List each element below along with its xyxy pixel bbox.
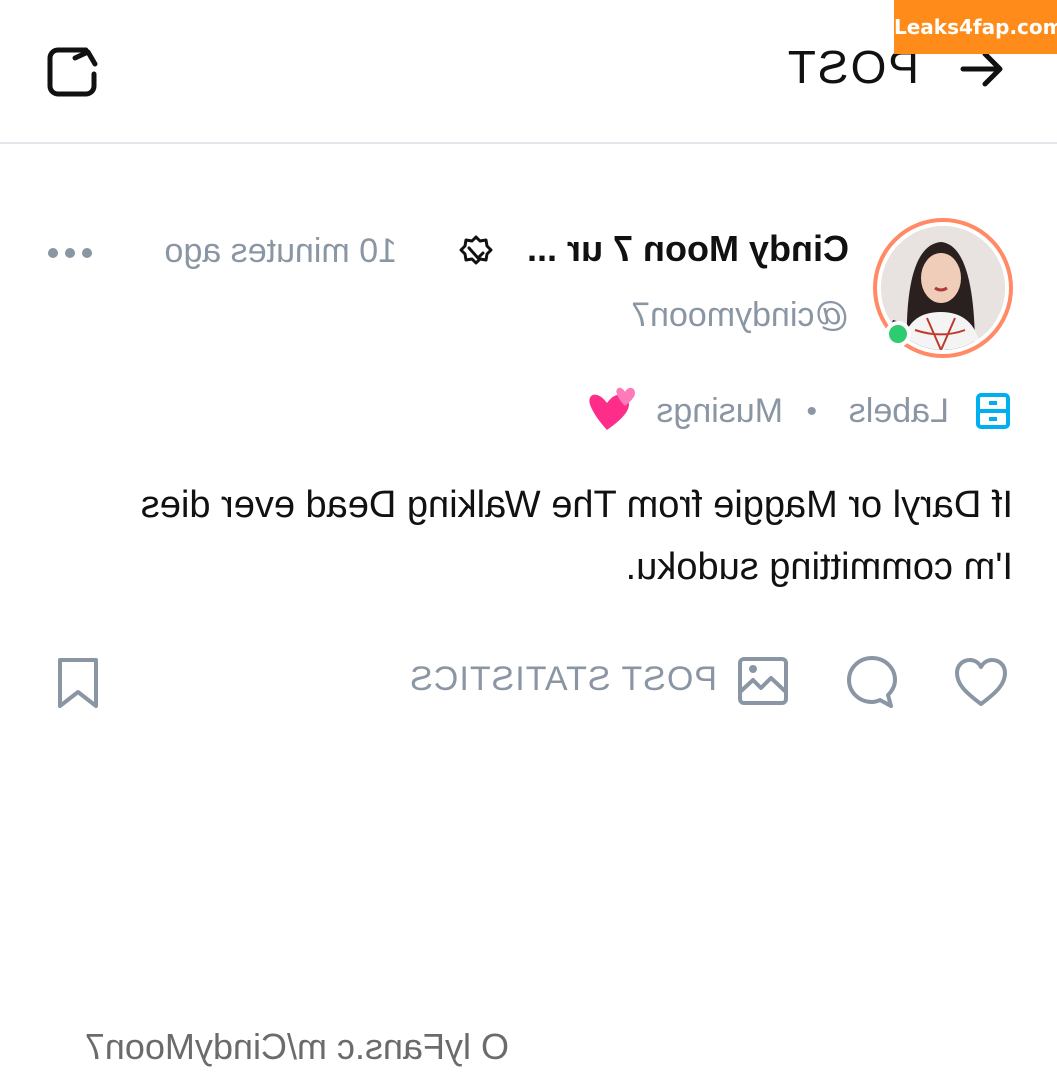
two-hearts-icon bbox=[589, 386, 637, 432]
verified-badge-icon bbox=[457, 234, 495, 272]
more-options-icon[interactable] bbox=[45, 238, 95, 268]
post-statistics-button[interactable]: POST STATISTICS bbox=[409, 660, 717, 699]
share-icon[interactable] bbox=[44, 44, 100, 100]
label-separator: • bbox=[806, 395, 817, 428]
bookmark-icon[interactable] bbox=[54, 656, 102, 710]
author-display-name[interactable]: Cindy Moon 7 ur ... bbox=[527, 228, 849, 270]
labels-drawer-icon bbox=[975, 392, 1011, 432]
heart-like-icon[interactable] bbox=[953, 656, 1009, 708]
profile-url-caption: O lyFans.c m/CindyMoon7 bbox=[84, 1026, 509, 1067]
watermark-label: Leaks4fap.com bbox=[894, 0, 1057, 54]
mirrored-screen: POST Cindy Moon 7 ur ... 10 minutes ago … bbox=[0, 0, 1057, 1080]
comment-bubble-icon[interactable] bbox=[845, 654, 899, 710]
post-timestamp: 10 minutes ago bbox=[164, 232, 398, 270]
label-category[interactable]: Musings bbox=[656, 392, 783, 431]
labels-label[interactable]: Labels bbox=[849, 392, 949, 431]
post-statistics-icon[interactable] bbox=[737, 656, 789, 706]
post-text: If Daryl or Maggie from The Walking Dead… bbox=[140, 484, 1013, 588]
author-handle[interactable]: @cindymoon7 bbox=[631, 296, 849, 335]
online-status-indicator bbox=[885, 321, 911, 347]
